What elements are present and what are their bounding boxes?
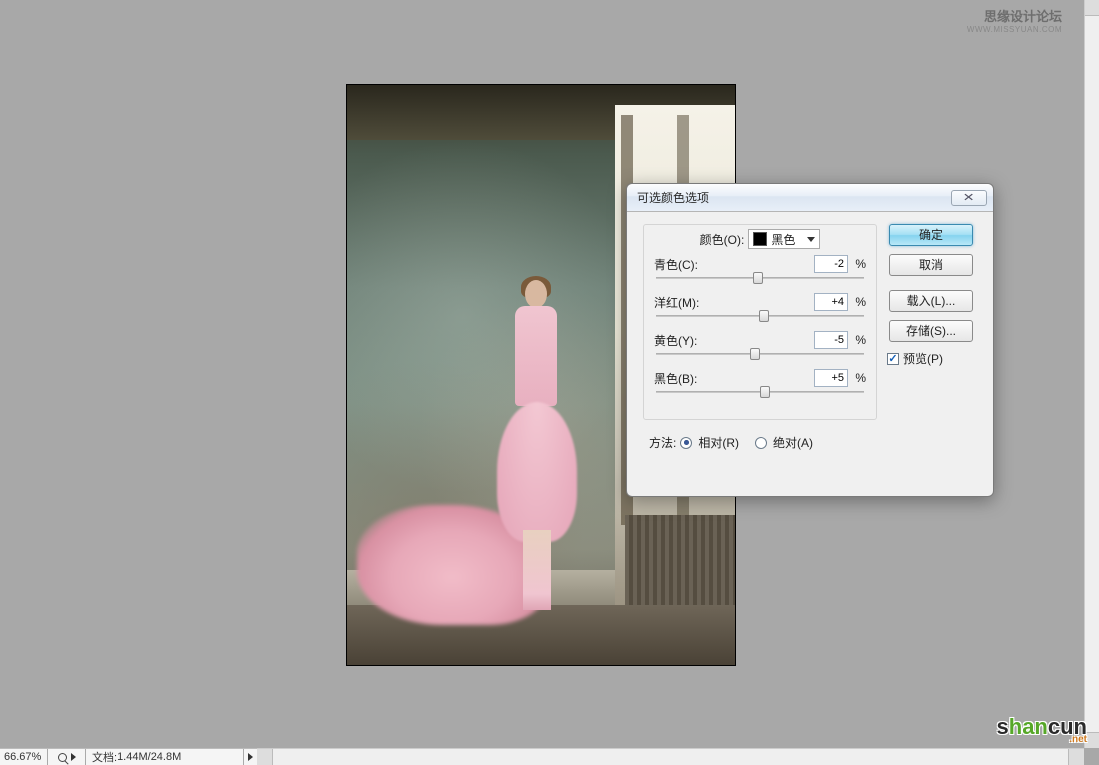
- close-button[interactable]: ✕: [951, 190, 987, 206]
- status-menu[interactable]: [243, 749, 257, 765]
- doc-info[interactable]: 文档: 1.44M/24.8M: [86, 749, 243, 765]
- relative-label: 相对(R): [698, 434, 739, 451]
- dialog-title: 可选颜色选项: [637, 189, 951, 206]
- color-value: 黑色: [771, 231, 795, 248]
- selective-color-dialog: 可选颜色选项 ✕ 颜色(O): 黑色 青色(C): %: [626, 183, 994, 497]
- cyan-label: 青色(C):: [654, 256, 714, 273]
- color-fieldset: 颜色(O): 黑色 青色(C): % 洋红(M): %: [643, 224, 877, 420]
- relative-radio[interactable]: [680, 437, 692, 449]
- yellow-label: 黄色(Y):: [654, 332, 714, 349]
- yellow-unit: %: [852, 333, 866, 347]
- yellow-input[interactable]: [814, 331, 848, 349]
- zoom-tool[interactable]: [48, 749, 86, 765]
- magenta-input[interactable]: [814, 293, 848, 311]
- method-row: 方法: 相对(R) 绝对(A): [643, 434, 877, 451]
- watermark-top: 思缘设计论坛 WWW.MISSYUAN.COM: [967, 6, 1062, 34]
- black-unit: %: [852, 371, 866, 385]
- color-dropdown[interactable]: 黑色: [748, 229, 820, 249]
- preview-checkbox[interactable]: [887, 353, 899, 365]
- black-input[interactable]: [814, 369, 848, 387]
- watermark-main: 思缘设计论坛: [967, 6, 1062, 25]
- dialog-main: 颜色(O): 黑色 青色(C): % 洋红(M): %: [643, 224, 877, 484]
- load-button[interactable]: 载入(L)...: [889, 290, 973, 312]
- status-bar: 66.67% 文档: 1.44M/24.8M: [0, 748, 257, 765]
- triangle-right-icon: [248, 753, 253, 761]
- color-swatch-icon: [753, 232, 767, 246]
- magenta-unit: %: [852, 295, 866, 309]
- doc-value: 1.44M/24.8M: [117, 751, 181, 763]
- black-slider[interactable]: [656, 387, 864, 401]
- absolute-label: 绝对(A): [773, 434, 813, 451]
- close-icon: ✕: [963, 191, 975, 204]
- yellow-slider[interactable]: [656, 349, 864, 363]
- scrollbar-vertical[interactable]: [1084, 0, 1099, 748]
- cyan-slider[interactable]: [656, 273, 864, 287]
- scrollbar-horizontal[interactable]: [257, 748, 1084, 765]
- magnify-icon: [58, 753, 67, 762]
- zoom-arrow-icon: [71, 753, 76, 761]
- watermark-sub: WWW.MISSYUAN.COM: [967, 25, 1062, 34]
- preview-label: 预览(P): [903, 350, 943, 367]
- save-button[interactable]: 存储(S)...: [889, 320, 973, 342]
- dialog-side: 确定 取消 载入(L)... 存储(S)... 预览(P): [885, 224, 977, 484]
- chevron-down-icon: [807, 232, 815, 246]
- doc-label: 文档:: [92, 749, 117, 765]
- cyan-input[interactable]: [814, 255, 848, 273]
- color-label: 颜色(O):: [700, 231, 745, 248]
- absolute-radio[interactable]: [755, 437, 767, 449]
- watermark-bottom-right: shancun .net: [997, 714, 1088, 745]
- black-label: 黑色(B):: [654, 370, 714, 387]
- method-label: 方法:: [649, 434, 676, 451]
- dialog-titlebar[interactable]: 可选颜色选项 ✕: [627, 184, 993, 212]
- zoom-value[interactable]: 66.67%: [0, 749, 48, 765]
- magenta-label: 洋红(M):: [654, 294, 714, 311]
- ok-button[interactable]: 确定: [889, 224, 973, 246]
- cyan-unit: %: [852, 257, 866, 271]
- magenta-slider[interactable]: [656, 311, 864, 325]
- cancel-button[interactable]: 取消: [889, 254, 973, 276]
